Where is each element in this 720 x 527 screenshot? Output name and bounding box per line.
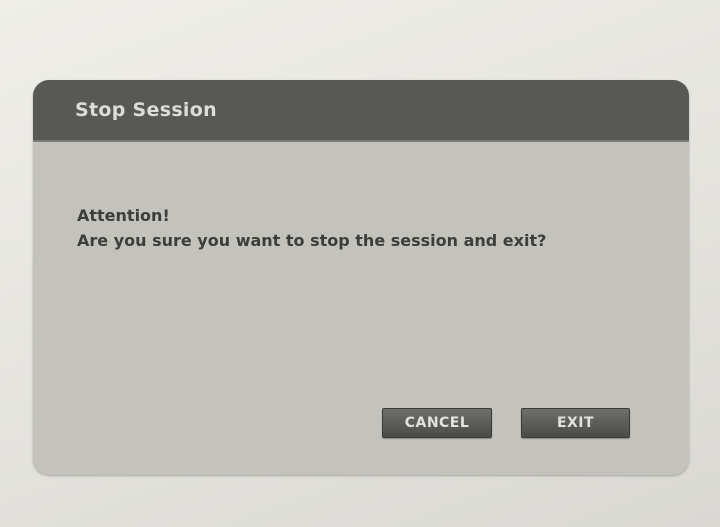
- dialog-title: Stop Session: [75, 99, 217, 121]
- dialog-message: Attention! Are you sure you want to stop…: [77, 203, 546, 253]
- stop-session-dialog: Stop Session Attention! Are you sure you…: [33, 80, 689, 475]
- cancel-button[interactable]: CANCEL: [382, 408, 492, 438]
- exit-button[interactable]: EXIT: [521, 408, 630, 438]
- message-question: Are you sure you want to stop the sessio…: [77, 231, 547, 250]
- dialog-titlebar: Stop Session: [33, 80, 689, 142]
- message-attention: Attention!: [77, 206, 170, 225]
